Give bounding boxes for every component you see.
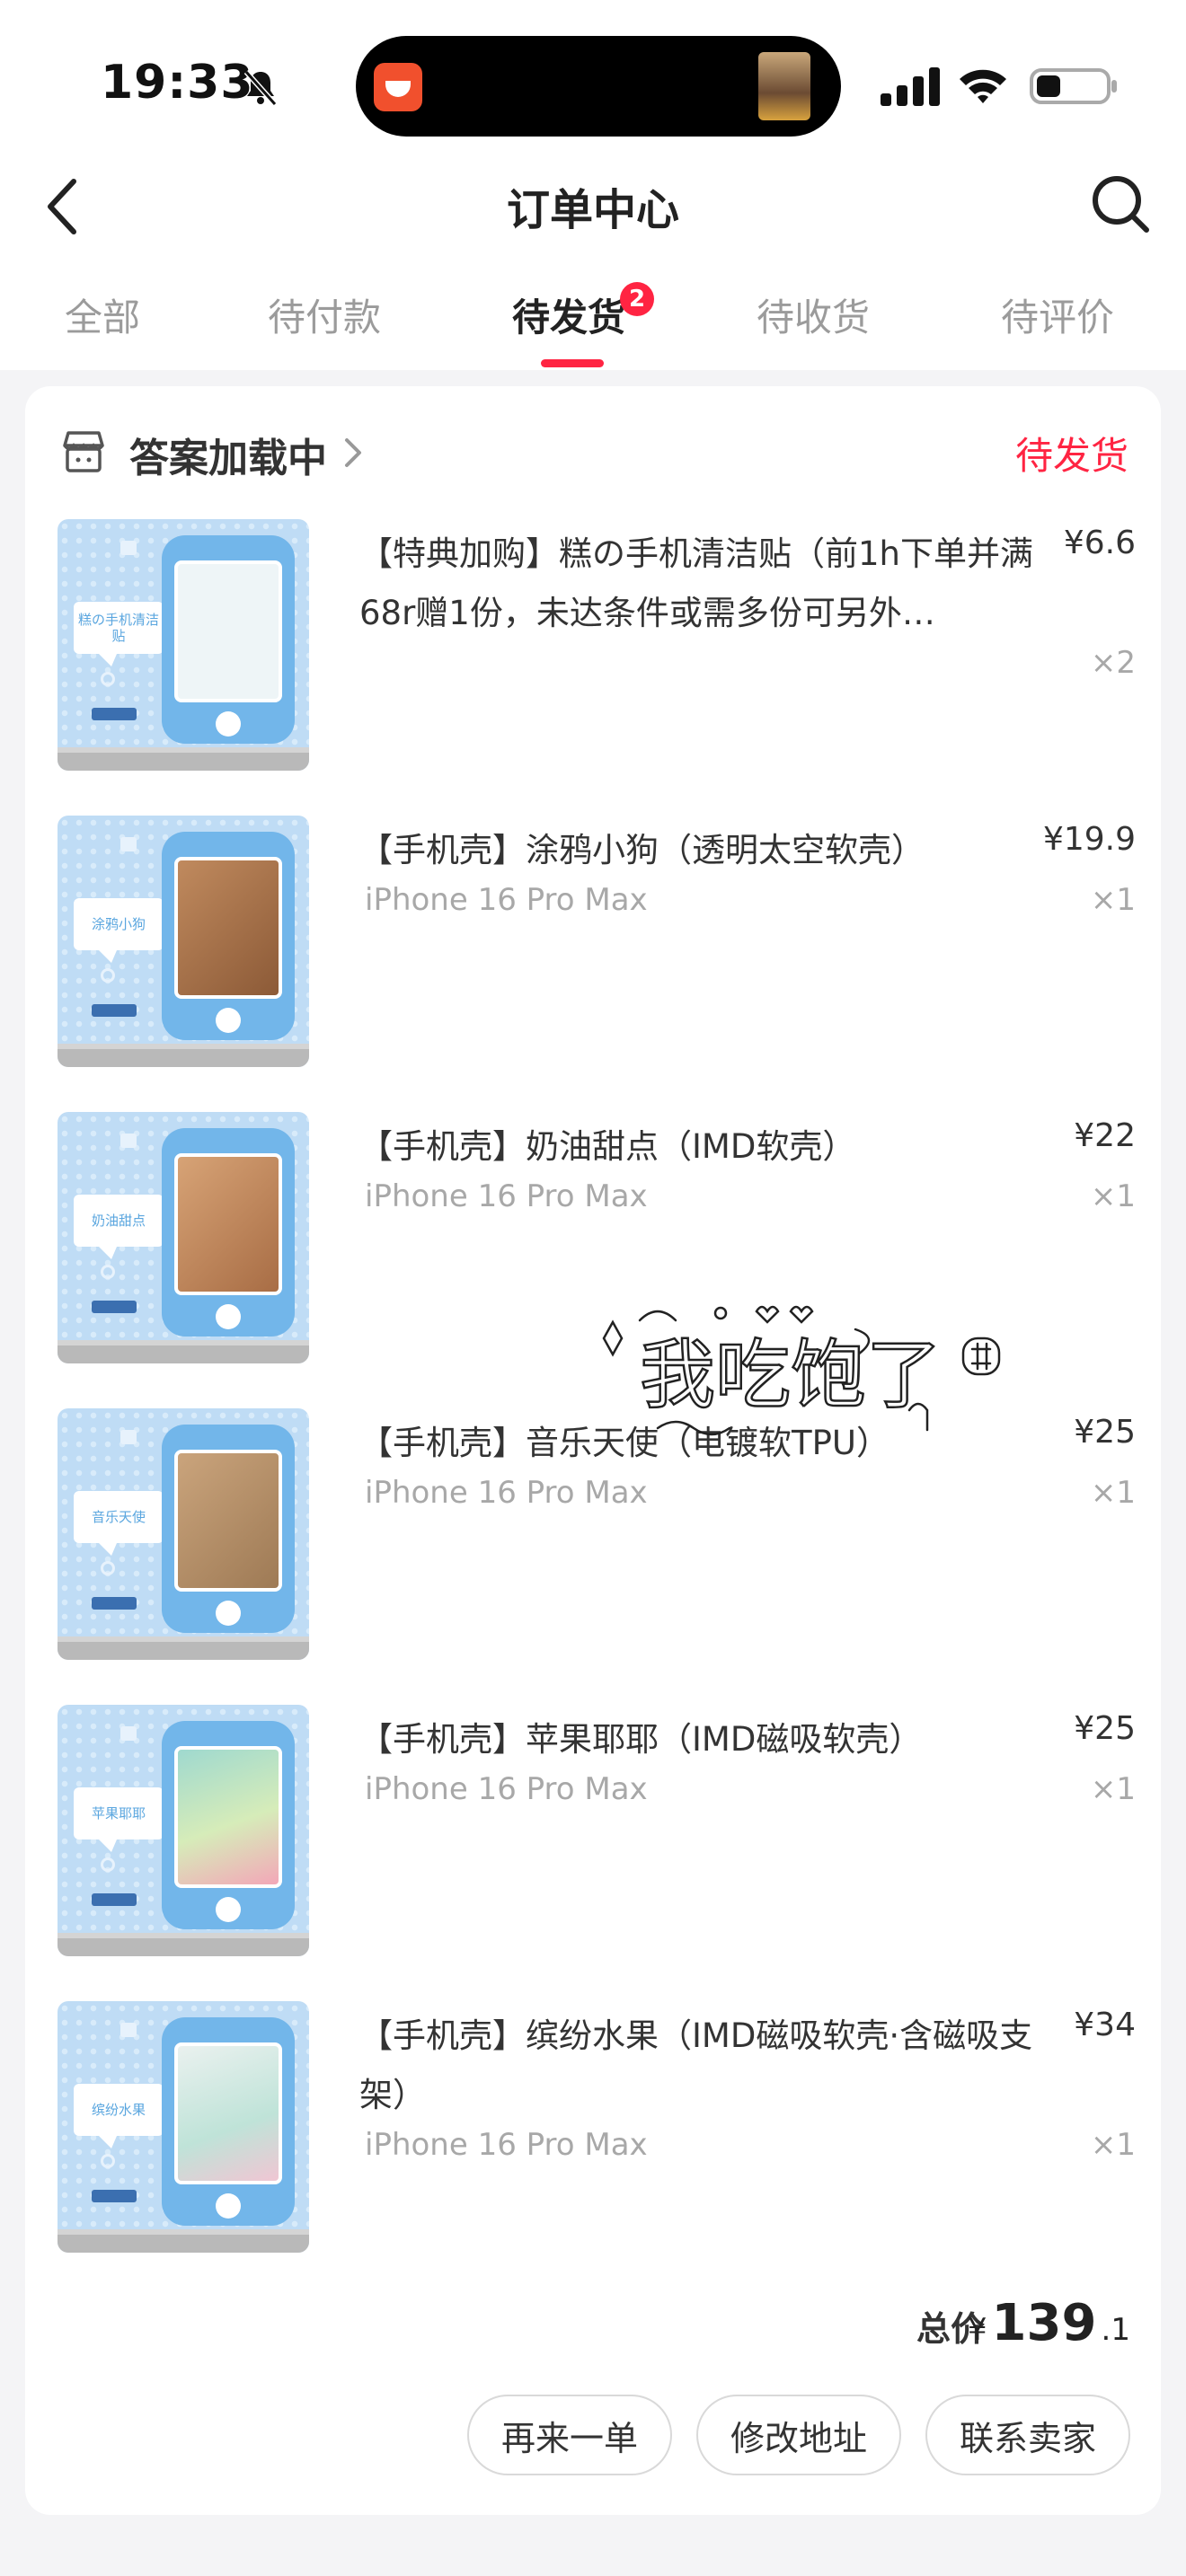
thumbnail-label: 苹果耶耶 [74, 1787, 164, 1852]
search-icon[interactable] [1089, 172, 1152, 235]
wifi-icon [960, 69, 1006, 103]
tab-pending-receipt[interactable]: 待收货 [757, 287, 870, 342]
chevron-right-icon[interactable] [341, 435, 365, 471]
product-thumbnail[interactable]: 缤纷水果 [58, 2001, 309, 2253]
tab-pending-shipment[interactable]: 待发货 [512, 287, 625, 342]
tab-pending-review[interactable]: 待评价 [1001, 287, 1114, 342]
tab-all[interactable]: 全部 [65, 287, 140, 342]
status-time: 19:33 [101, 56, 254, 110]
item-variant: iPhone 16 Pro Max [365, 1771, 648, 1807]
shop-icon [63, 431, 104, 472]
item-price: ¥25 [1074, 1414, 1136, 1451]
item-variant: iPhone 16 Pro Max [365, 1178, 648, 1214]
shop-name[interactable]: 答案加载中 [129, 426, 327, 483]
thumbnail-label: 奶油甜点 [74, 1195, 164, 1259]
contact-seller-button[interactable]: 联系卖家 [925, 2395, 1130, 2475]
doodle-text: 我吃饱了 [640, 1331, 942, 1419]
total-price: ¥ 139 .1 [968, 2294, 1130, 2352]
item-price: ¥22 [1074, 1117, 1136, 1154]
tomato-app-icon[interactable] [374, 63, 422, 111]
header-area: 19:33 订单中心 全部 待付款 待发货 2 待收货 待评价 [0, 0, 1186, 370]
order-card[interactable]: 答案加载中 待发货 糕の手机清洁贴 【特典加购】糕の手机清洁贴（前1h下单并满6… [25, 386, 1161, 2515]
battery-icon [1030, 68, 1117, 104]
thumbnail-label: 缤纷水果 [74, 2084, 164, 2148]
product-thumbnail[interactable]: 音乐天使 [58, 1408, 309, 1660]
total-decimal: .1 [1101, 2312, 1130, 2348]
active-tab-indicator [541, 359, 604, 367]
list-item[interactable]: 音乐天使 【手机壳】音乐天使（电镀软TPU） iPhone 16 Pro Max… [58, 1408, 1136, 1660]
item-variant: iPhone 16 Pro Max [365, 1475, 648, 1511]
item-quantity: ×1 [1090, 1475, 1136, 1511]
doodle-watermark: 我吃饱了 [602, 1305, 1001, 1436]
list-item[interactable]: 糕の手机清洁贴 【特典加购】糕の手机清洁贴（前1h下单并满68r赠1份，未达条件… [58, 519, 1136, 771]
item-quantity: ×2 [1090, 645, 1136, 681]
thumbnail-label: 糕の手机清洁贴 [74, 602, 164, 666]
item-quantity: ×1 [1090, 1178, 1136, 1214]
product-thumbnail[interactable]: 涂鸦小狗 [58, 816, 309, 1067]
reorder-button[interactable]: 再来一单 [467, 2395, 672, 2475]
order-status: 待发货 [1014, 434, 1128, 478]
item-price: ¥6.6 [1063, 525, 1136, 561]
item-title: 【手机壳】奶油甜点（IMD软壳） [359, 1127, 856, 1166]
list-item[interactable]: 涂鸦小狗 【手机壳】涂鸦小狗（透明太空软壳） iPhone 16 Pro Max… [58, 816, 1136, 1067]
item-quantity: ×1 [1090, 2127, 1136, 2163]
item-quantity: ×1 [1090, 1771, 1136, 1807]
product-thumbnail[interactable]: 糕の手机清洁贴 [58, 519, 309, 771]
bell-muted-icon [243, 70, 278, 106]
total-integer: 139 [991, 2294, 1097, 2352]
tab-count-badge: 2 [620, 282, 654, 316]
tab-pending-payment[interactable]: 待付款 [268, 287, 381, 342]
product-thumbnail[interactable]: 奶油甜点 [58, 1112, 309, 1363]
product-thumbnail[interactable]: 苹果耶耶 [58, 1705, 309, 1956]
thumbnail-label: 涂鸦小狗 [74, 898, 164, 963]
dynamic-island[interactable] [356, 36, 841, 137]
change-address-button[interactable]: 修改地址 [696, 2395, 901, 2475]
item-title: 【特典加购】糕の手机清洁贴（前1h下单并满68r赠1份，未达条件或需多份可另外… [359, 534, 1033, 632]
cellular-signal-icon [881, 67, 940, 106]
media-thumbnail[interactable] [758, 52, 810, 120]
list-item[interactable]: 苹果耶耶 【手机壳】苹果耶耶（IMD磁吸软壳） iPhone 16 Pro Ma… [58, 1705, 1136, 1956]
total-currency: ¥ [967, 2312, 987, 2348]
item-title: 【手机壳】涂鸦小狗（透明太空软壳） [359, 831, 925, 869]
page-title: 订单中心 [506, 185, 679, 235]
thumbnail-label: 音乐天使 [74, 1491, 164, 1556]
item-title: 【手机壳】苹果耶耶（IMD磁吸软壳） [359, 1720, 923, 1759]
item-price: ¥34 [1074, 2007, 1136, 2043]
item-variant: iPhone 16 Pro Max [365, 882, 648, 918]
item-variant: iPhone 16 Pro Max [365, 2127, 648, 2163]
item-price: ¥19.9 [1042, 821, 1136, 858]
item-quantity: ×1 [1090, 882, 1136, 918]
list-item[interactable]: 缤纷水果 【手机壳】缤纷水果（IMD磁吸软壳·含磁吸支架） iPhone 16 … [58, 2001, 1136, 2253]
item-price: ¥25 [1074, 1710, 1136, 1747]
item-title: 【手机壳】缤纷水果（IMD磁吸软壳·含磁吸支架） [359, 2016, 1033, 2114]
